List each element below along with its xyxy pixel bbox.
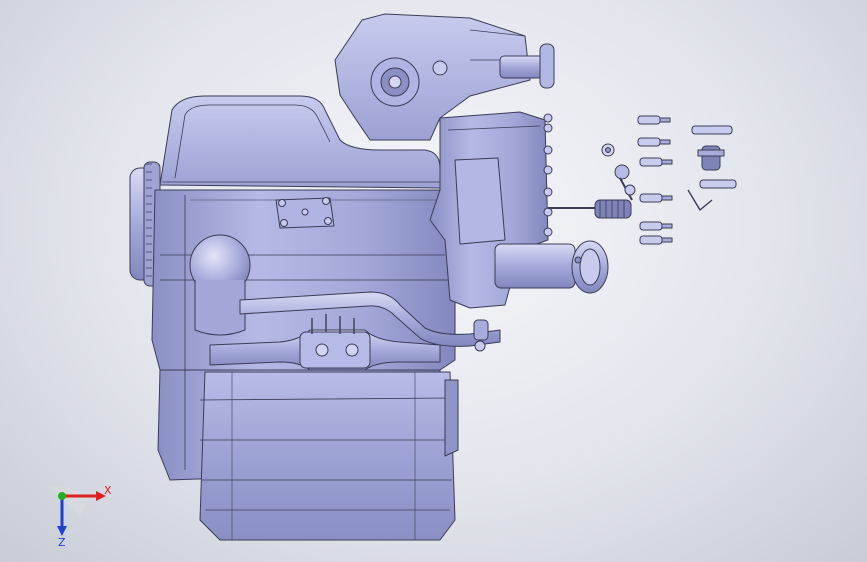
oil-filter-sphere[interactable] [189,234,251,336]
graphics-viewport[interactable]: X Z [0,0,867,562]
drain-fitting[interactable] [473,319,489,352]
side-access-plate[interactable] [275,197,335,229]
oil-sump[interactable] [199,371,456,541]
coordinate-triad: X Z [48,484,112,546]
engine-assembly-model[interactable] [0,0,867,562]
starter-motor[interactable] [494,240,609,294]
z-axis-arrow [57,526,67,536]
y-axis-point [58,492,66,500]
z-axis-label: Z [58,536,66,546]
shift-linkage[interactable] [548,164,636,219]
sump-rear-flange [444,379,459,457]
triad-plane-shade [48,485,90,516]
x-axis-label: X [104,484,112,497]
